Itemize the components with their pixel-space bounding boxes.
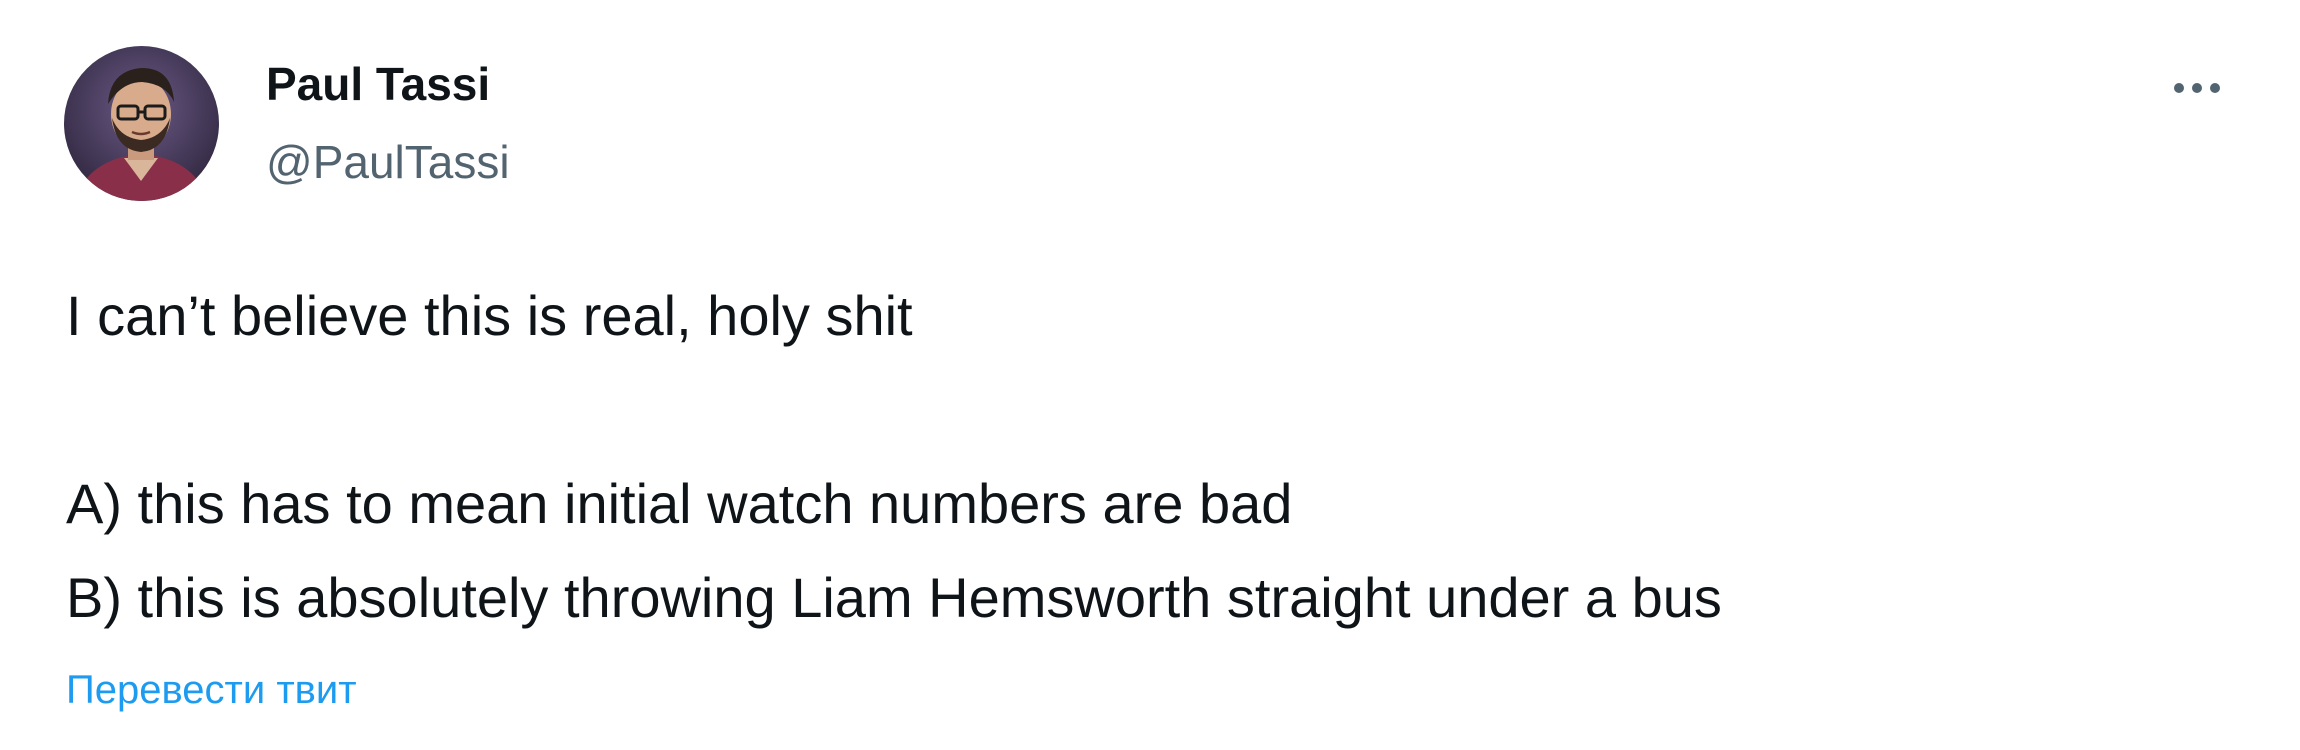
author-display-name[interactable]: Paul Tassi (266, 56, 490, 112)
tweet-card: Paul Tassi @PaulTassi I can’t believe th… (0, 0, 2300, 750)
author-avatar[interactable] (64, 46, 219, 201)
tweet-text-line: B) this is absolutely throwing Liam Hems… (66, 566, 1722, 629)
translate-tweet-link[interactable]: Перевести твит (66, 665, 357, 715)
tweet-text-line: A) this has to mean initial watch number… (66, 472, 1293, 535)
more-horizontal-icon (2174, 83, 2220, 93)
author-handle[interactable]: @PaulTassi (266, 134, 510, 190)
tweet-text-gap (66, 374, 2246, 468)
tweet-text-line: I can’t believe this is real, holy shit (66, 284, 913, 347)
more-options-button[interactable] (2152, 58, 2242, 118)
user-avatar-icon (64, 46, 219, 201)
tweet-text: I can’t believe this is real, holy shit … (66, 280, 2246, 656)
